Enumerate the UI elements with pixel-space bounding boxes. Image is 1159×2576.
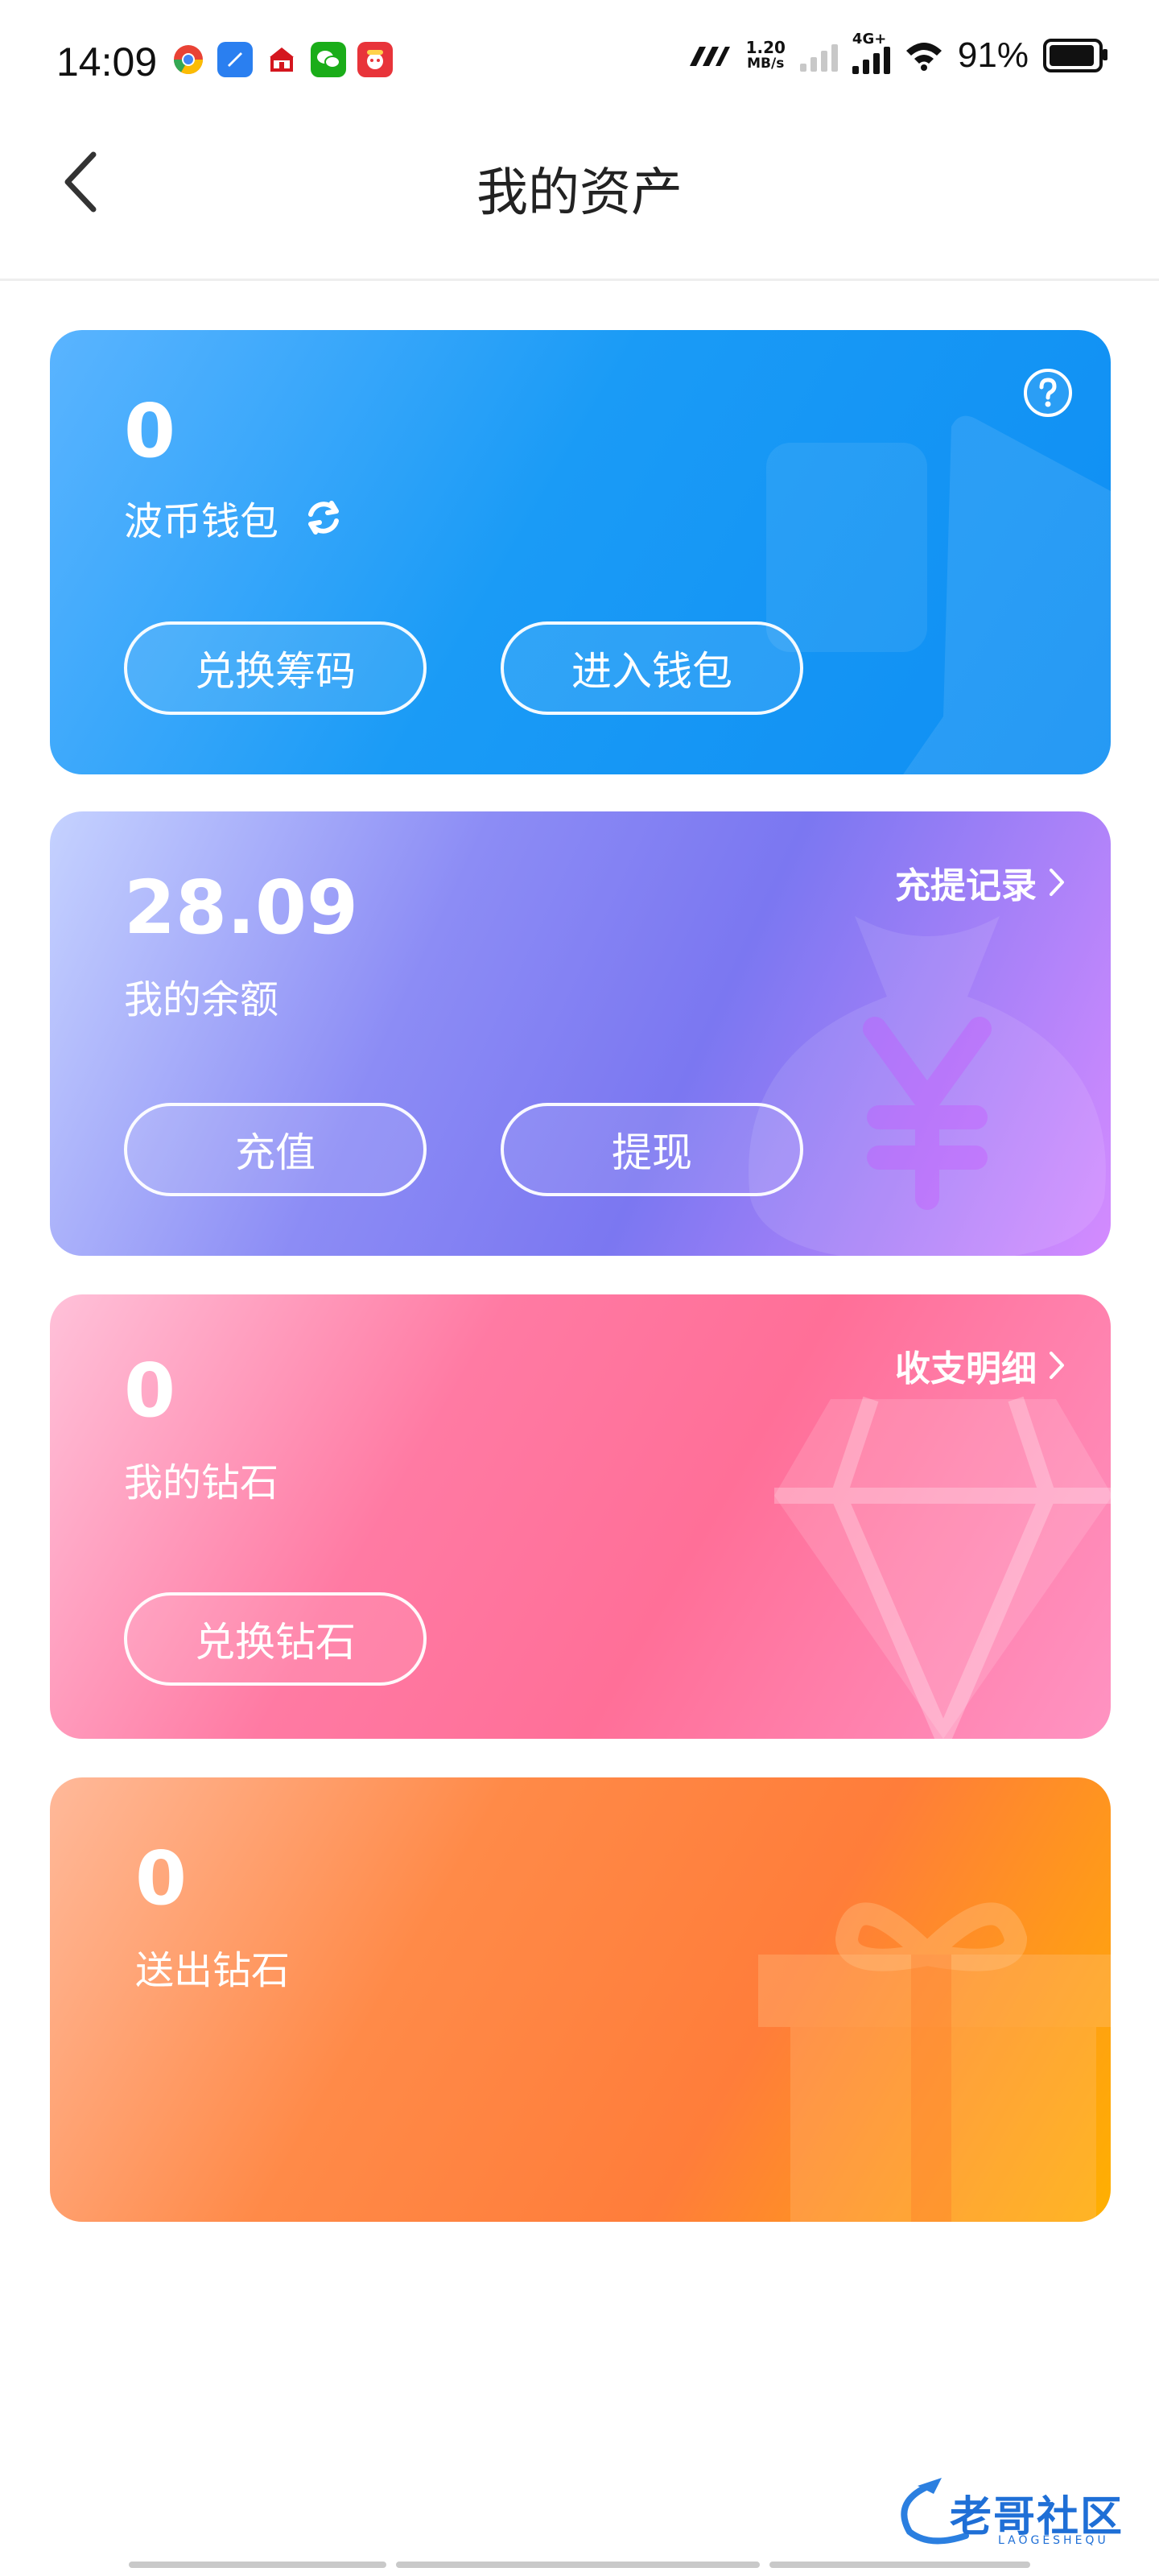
nav-handle-center[interactable] xyxy=(396,2562,760,2568)
details-link-label: 收支明细 xyxy=(895,1348,1037,1389)
recharge-button[interactable]: 充值 xyxy=(124,1103,427,1196)
bank-icon xyxy=(264,42,299,77)
browser-icon xyxy=(217,42,253,77)
watermark-subtext: LAOGESHEQU xyxy=(998,2534,1109,2547)
exchange-chips-button[interactable]: 兑换筹码 xyxy=(124,621,427,715)
wifi-icon xyxy=(905,43,942,71)
diamond-label: 我的钻石 xyxy=(124,1460,279,1505)
status-bar: 14:09 1.20 MB/s 4G+ 91% xyxy=(0,0,1159,121)
battery-percent: 91% xyxy=(957,35,1029,75)
page-title: 我的资产 xyxy=(476,163,683,223)
money-bag-decoration xyxy=(749,916,1106,1256)
wechat-icon xyxy=(311,42,346,77)
withdraw-button[interactable]: 提现 xyxy=(501,1103,803,1196)
wallet-label-row: 波币钱包 xyxy=(124,489,348,546)
balance-label: 我的余额 xyxy=(124,977,279,1022)
help-icon[interactable] xyxy=(1022,367,1074,419)
wallet-card: 0 波币钱包 兑换筹码 进入钱包 xyxy=(50,330,1111,774)
recharge-withdraw-records-link[interactable]: 充提记录 xyxy=(895,857,1066,908)
nav-handle-right xyxy=(769,2562,1030,2568)
sent-diamonds-card: 0 送出钻石 xyxy=(50,1777,1111,2222)
chrome-icon xyxy=(171,42,206,77)
diamond-decoration xyxy=(774,1396,1111,1739)
vibrate-mode-icon xyxy=(689,47,730,66)
wallet-label: 波币钱包 xyxy=(124,499,279,544)
signal-sim2-icon xyxy=(799,39,838,72)
network-speed: 1.20 MB/s xyxy=(745,38,786,72)
sent-diamonds-label: 送出钻石 xyxy=(135,1948,291,1993)
enter-wallet-button[interactable]: 进入钱包 xyxy=(501,621,803,715)
records-link-label: 充提记录 xyxy=(895,865,1037,906)
status-time: 14:09 xyxy=(56,39,158,85)
battery-icon xyxy=(1043,39,1107,72)
play-shape-decoration xyxy=(766,415,1111,774)
signal-sim1-icon: 4G+ xyxy=(852,31,890,74)
diamond-amount: 0 xyxy=(124,1348,176,1434)
nav-handle-left xyxy=(129,2562,386,2568)
game-icon xyxy=(357,42,393,77)
chevron-right-icon xyxy=(1050,869,1064,896)
page-header: 我的资产 xyxy=(0,121,1159,281)
gift-decoration xyxy=(758,1902,1111,2222)
income-expense-details-link[interactable]: 收支明细 xyxy=(895,1340,1066,1391)
wallet-amount: 0 xyxy=(124,388,176,474)
exchange-diamonds-button[interactable]: 兑换钻石 xyxy=(124,1592,427,1686)
diamond-card: 收支明细 0 我的钻石 兑换钻石 xyxy=(50,1294,1111,1739)
balance-card: 充提记录 28.09 我的余额 充值 提现 xyxy=(50,811,1111,1256)
watermark-logo: 老哥社区 LAOGESHEQU xyxy=(893,2471,1151,2552)
notification-icons xyxy=(171,42,393,77)
system-status: 1.20 MB/s 4G+ 91% xyxy=(688,31,1107,76)
sent-diamonds-amount: 0 xyxy=(135,1835,188,1922)
balance-amount: 28.09 xyxy=(124,865,359,951)
refresh-icon[interactable] xyxy=(299,493,348,542)
chevron-right-icon xyxy=(1050,1352,1064,1379)
